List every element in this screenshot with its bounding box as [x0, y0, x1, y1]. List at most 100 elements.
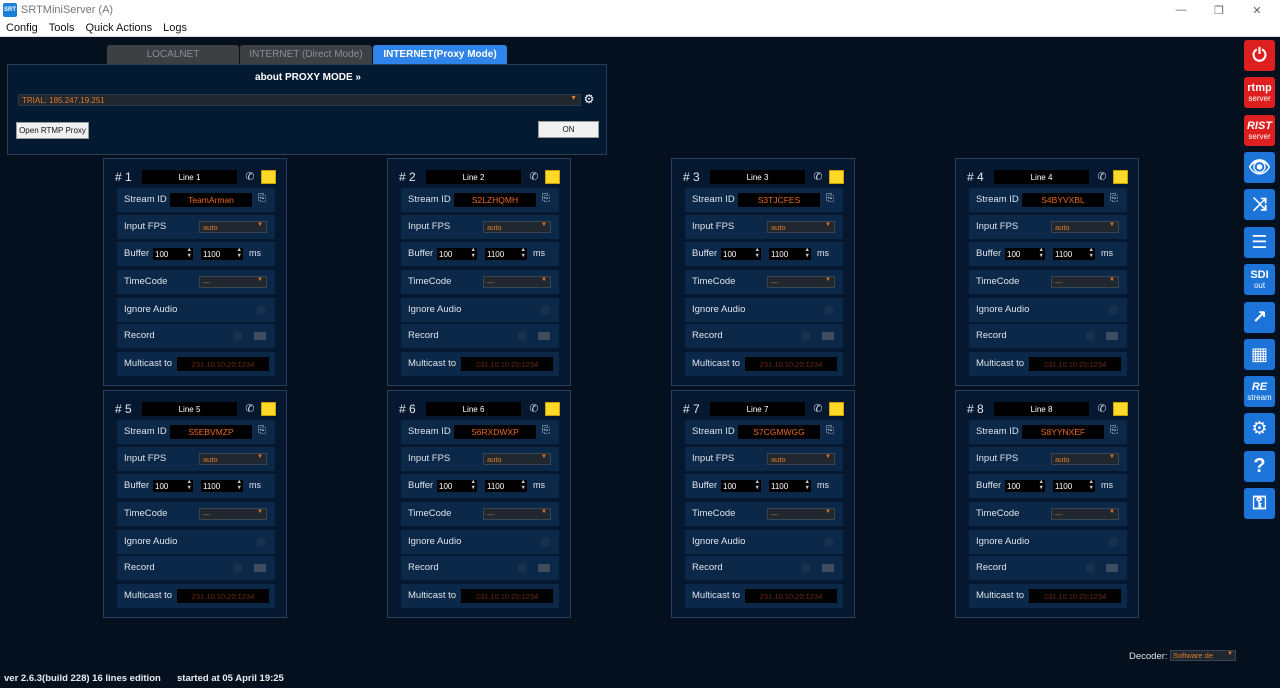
help-button[interactable]: ?	[1244, 451, 1275, 482]
buffer-max-stepper[interactable]: 1100 ▲ ▼	[485, 247, 527, 260]
timecode-select[interactable]: --- ▼	[767, 508, 835, 520]
record-folder-icon[interactable]	[1106, 564, 1118, 572]
stream-id-field[interactable]: TeamArman	[170, 193, 252, 207]
maximize-icon[interactable]: ❐	[1202, 0, 1236, 20]
line-name-field[interactable]: Line 1	[142, 170, 237, 184]
buffer-min-stepper[interactable]: 100 ▲ ▼	[437, 479, 477, 492]
record-toggle[interactable]	[517, 331, 527, 341]
timecode-select[interactable]: --- ▼	[767, 276, 835, 288]
record-folder-icon[interactable]	[1106, 332, 1118, 340]
stream-id-field[interactable]: S8YYNXEF	[1022, 425, 1104, 439]
record-folder-icon[interactable]	[538, 332, 550, 340]
buffer-max-stepper[interactable]: 1100 ▲ ▼	[485, 479, 527, 492]
copy-icon[interactable]: ⎘	[1108, 425, 1120, 439]
ignore-audio-toggle[interactable]	[824, 537, 834, 547]
tab-localnet[interactable]: LOCALNET	[107, 45, 239, 64]
input-fps-select[interactable]: auto ▼	[1051, 453, 1119, 465]
stepper-arrows-icon[interactable]: ▲ ▼	[187, 247, 192, 259]
line-name-field[interactable]: Line 3	[710, 170, 805, 184]
phone-icon[interactable]: ✆	[811, 170, 825, 184]
multicast-field[interactable]: 231.10.10.20:1234	[177, 357, 269, 371]
stepper-arrows-icon[interactable]: ▲ ▼	[521, 479, 526, 491]
gear-icon[interactable]: ⚙	[582, 92, 596, 106]
copy-icon[interactable]: ⎘	[256, 193, 268, 207]
stream-id-field[interactable]: S2LZHQMH	[454, 193, 536, 207]
phone-icon[interactable]: ✆	[527, 402, 541, 416]
buffer-min-stepper[interactable]: 100 ▲ ▼	[153, 479, 193, 492]
route-button[interactable]: ⤨	[1244, 189, 1275, 220]
record-toggle[interactable]	[801, 331, 811, 341]
users-button[interactable]: ▦	[1244, 339, 1275, 370]
proxy-on-button[interactable]: ON	[538, 121, 599, 138]
buffer-min-stepper[interactable]: 100 ▲ ▼	[1005, 479, 1045, 492]
record-folder-icon[interactable]	[254, 332, 266, 340]
line-name-field[interactable]: Line 4	[994, 170, 1089, 184]
buffer-min-stepper[interactable]: 100 ▲ ▼	[721, 479, 761, 492]
stream-id-field[interactable]: S7CGMWGG	[738, 425, 820, 439]
buffer-max-stepper[interactable]: 1100 ▲ ▼	[201, 247, 243, 260]
stepper-arrows-icon[interactable]: ▲ ▼	[471, 479, 476, 491]
menu-quick-actions[interactable]: Quick Actions	[80, 22, 157, 34]
record-folder-icon[interactable]	[538, 564, 550, 572]
multicast-field[interactable]: 231.10.10.20:1234	[745, 589, 837, 603]
phone-icon[interactable]: ✆	[527, 170, 541, 184]
copy-icon[interactable]: ⎘	[1108, 193, 1120, 207]
input-fps-select[interactable]: auto ▼	[199, 453, 267, 465]
stream-id-field[interactable]: S3TJCFES	[738, 193, 820, 207]
line-name-field[interactable]: Line 7	[710, 402, 805, 416]
timecode-select[interactable]: --- ▼	[1051, 508, 1119, 520]
multicast-field[interactable]: 231.10.10.20:1234	[461, 589, 553, 603]
power-button[interactable]: ⏻	[1244, 40, 1275, 71]
phone-icon[interactable]: ✆	[243, 402, 257, 416]
timecode-select[interactable]: --- ▼	[483, 508, 551, 520]
ignore-audio-toggle[interactable]	[540, 305, 550, 315]
stepper-arrows-icon[interactable]: ▲ ▼	[521, 247, 526, 259]
buffer-max-stepper[interactable]: 1100 ▲ ▼	[769, 479, 811, 492]
input-fps-select[interactable]: auto ▼	[199, 221, 267, 233]
input-fps-select[interactable]: auto ▼	[483, 453, 551, 465]
record-toggle[interactable]	[233, 331, 243, 341]
stream-id-field[interactable]: S4BYVXBL	[1022, 193, 1104, 207]
record-folder-icon[interactable]	[822, 564, 834, 572]
line-name-field[interactable]: Line 5	[142, 402, 237, 416]
multicast-field[interactable]: 231.10.10.20:1234	[1029, 589, 1121, 603]
multicast-field[interactable]: 231.10.10.20:1234	[461, 357, 553, 371]
line-name-field[interactable]: Line 2	[426, 170, 521, 184]
record-toggle[interactable]	[1085, 331, 1095, 341]
line-name-field[interactable]: Line 6	[426, 402, 521, 416]
ignore-audio-toggle[interactable]	[1108, 305, 1118, 315]
rtmp-server-button[interactable]: rtmp server	[1244, 77, 1275, 108]
about-proxy-link[interactable]: about PROXY MODE »	[8, 72, 608, 83]
stepper-arrows-icon[interactable]: ▲ ▼	[1039, 247, 1044, 259]
stream-id-field[interactable]: S6RXDWXP	[454, 425, 536, 439]
record-toggle[interactable]	[517, 563, 527, 573]
tab-internet-direct[interactable]: INTERNET (Direct Mode)	[240, 45, 372, 64]
copy-icon[interactable]: ⎘	[540, 193, 552, 207]
open-rtmp-proxy-button[interactable]: Open RTMP Proxy	[16, 122, 89, 139]
input-fps-select[interactable]: auto ▼	[767, 221, 835, 233]
license-button[interactable]: ⚿	[1244, 488, 1275, 519]
tab-internet-proxy[interactable]: INTERNET(Proxy Mode)	[373, 45, 507, 64]
multicast-field[interactable]: 231.10.10.20:1234	[745, 357, 837, 371]
buffer-max-stepper[interactable]: 1100 ▲ ▼	[769, 247, 811, 260]
phone-icon[interactable]: ✆	[243, 170, 257, 184]
record-folder-icon[interactable]	[822, 332, 834, 340]
ignore-audio-toggle[interactable]	[540, 537, 550, 547]
line-name-field[interactable]: Line 8	[994, 402, 1089, 416]
ignore-audio-toggle[interactable]	[256, 305, 266, 315]
timecode-select[interactable]: --- ▼	[1051, 276, 1119, 288]
stepper-arrows-icon[interactable]: ▲ ▼	[805, 479, 810, 491]
phone-icon[interactable]: ✆	[1095, 170, 1109, 184]
ignore-audio-toggle[interactable]	[824, 305, 834, 315]
record-toggle[interactable]	[233, 563, 243, 573]
buffer-max-stepper[interactable]: 1100 ▲ ▼	[1053, 247, 1095, 260]
input-fps-select[interactable]: auto ▼	[483, 221, 551, 233]
buffer-min-stepper[interactable]: 100 ▲ ▼	[1005, 247, 1045, 260]
multicast-field[interactable]: 231.10.10.20:1234	[177, 589, 269, 603]
stream-id-field[interactable]: S5EBVMZP	[170, 425, 252, 439]
preview-button[interactable]: 👁	[1244, 152, 1275, 183]
phone-icon[interactable]: ✆	[1095, 402, 1109, 416]
record-folder-icon[interactable]	[254, 564, 266, 572]
copy-icon[interactable]: ⎘	[256, 425, 268, 439]
stepper-arrows-icon[interactable]: ▲ ▼	[1089, 247, 1094, 259]
